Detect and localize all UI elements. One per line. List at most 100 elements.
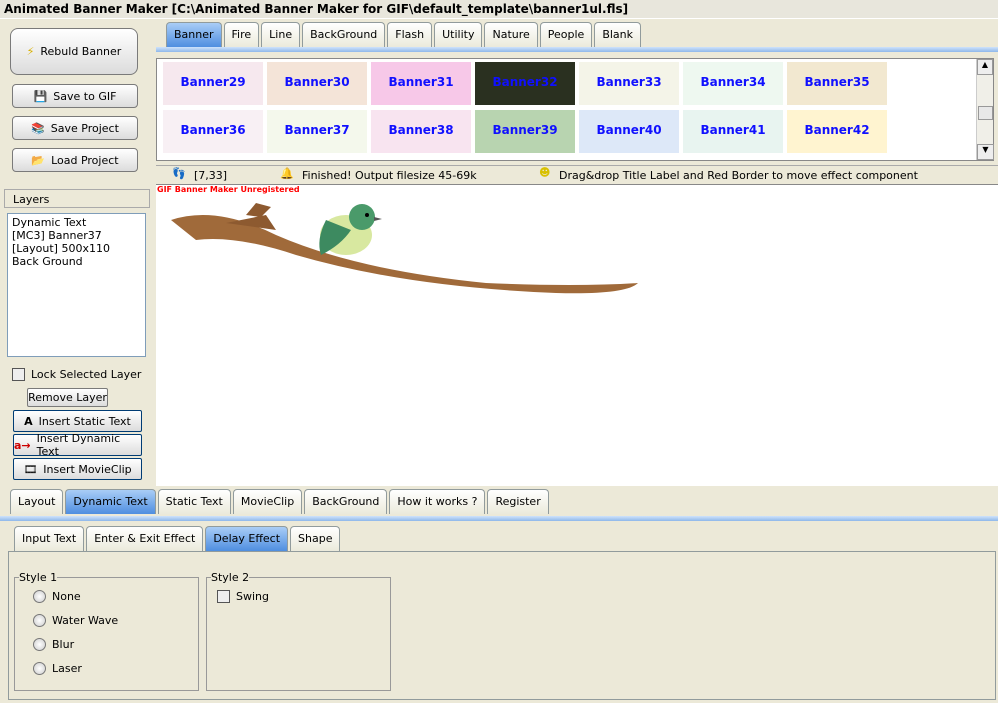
tab-blank[interactable]: Blank (594, 22, 642, 47)
load-project-icon: 📂 (31, 153, 46, 167)
remove-layer-button[interactable]: Remove Layer (27, 388, 108, 407)
bell-icon: 🔔 (280, 167, 294, 180)
coords-readout: [7,33] (194, 169, 228, 182)
gallery-scrollbar[interactable]: ▲ ▼ (976, 59, 994, 160)
layer-item[interactable]: [MC3] Banner37 (12, 229, 141, 242)
radio-none[interactable]: None (33, 590, 81, 603)
radio-laser[interactable]: Laser (33, 662, 82, 675)
smiley-icon: ☻ (539, 166, 551, 179)
tab-static-text[interactable]: Static Text (157, 489, 231, 514)
thumbnail-banner40[interactable]: Banner40 (579, 110, 679, 153)
footprints-icon: 👣 (172, 167, 186, 180)
scroll-thumb[interactable] (978, 106, 993, 120)
tab-nature[interactable]: Nature (484, 22, 538, 47)
insert-static-text-button[interactable]: A Insert Static Text (13, 410, 142, 432)
thumbnail-label: Banner35 (804, 75, 870, 89)
thumbnail-label: Banner30 (284, 75, 350, 89)
save-project-icon: 📚 (31, 121, 45, 135)
banner-canvas[interactable]: GIF Banner Maker Unregistered (156, 184, 998, 486)
status-message: Finished! Output filesize 45-69k (302, 169, 477, 182)
style2-label: Style 2 (211, 571, 250, 584)
layer-item[interactable]: Dynamic Text (12, 216, 141, 229)
thumbnail-label: Banner31 (388, 75, 454, 89)
thumbnail-banner35[interactable]: Banner35 (787, 62, 887, 105)
thumbnail-banner42[interactable]: Banner42 (787, 110, 887, 153)
layers-list[interactable]: Dynamic Text [MC3] Banner37 [Layout] 500… (7, 213, 146, 357)
thumbnail-label: Banner34 (700, 75, 766, 89)
thumbnail-label: Banner37 (284, 123, 350, 137)
dynamic-text-icon: a→ (14, 438, 31, 452)
floppy-icon: 💾 (33, 89, 48, 103)
tab-bar-divider (156, 47, 998, 52)
thumbnail-label: Banner29 (180, 75, 246, 89)
radio[interactable] (33, 590, 46, 603)
scroll-down-arrow-icon[interactable]: ▼ (977, 144, 994, 160)
hint-text: Drag&drop Title Label and Red Border to … (559, 169, 918, 182)
tab-register[interactable]: Register (487, 489, 549, 514)
bottom-tab-divider (0, 516, 998, 521)
insert-movieclip-button[interactable]: 🎞 Insert MovieClip (13, 458, 142, 480)
tab-layout[interactable]: Layout (10, 489, 64, 514)
thumbnail-label: Banner39 (492, 123, 558, 137)
tab-shape[interactable]: Shape (290, 526, 341, 551)
load-project-button[interactable]: 📂 Load Project (12, 148, 138, 172)
tab-input-text[interactable]: Input Text (14, 526, 85, 551)
radio[interactable] (33, 638, 46, 651)
layer-item[interactable]: Back Ground (12, 255, 141, 268)
thumbnail-banner39[interactable]: Banner39 (475, 110, 575, 153)
tab-flash[interactable]: Flash (387, 22, 433, 47)
effect-tabs: Input Text Enter & Exit Effect Delay Eff… (14, 526, 342, 551)
radio-blur[interactable]: Blur (33, 638, 74, 651)
thumbnail-banner38[interactable]: Banner38 (371, 110, 471, 153)
tab-utility[interactable]: Utility (434, 22, 483, 47)
thumbnail-banner31[interactable]: Banner31 (371, 62, 471, 105)
text-a-icon: A (24, 414, 33, 428)
style1-group: Style 1 None Water Wave Blur Laser (14, 571, 199, 691)
rebuild-banner-button[interactable]: ⚡ Rebuld Banner (10, 28, 138, 75)
thumbnail-banner41[interactable]: Banner41 (683, 110, 783, 153)
scroll-up-arrow-icon[interactable]: ▲ (977, 59, 993, 75)
lock-layer-checkbox[interactable]: Lock Selected Layer (12, 368, 141, 381)
thumbnail-banner36[interactable]: Banner36 (163, 110, 263, 153)
tab-fire[interactable]: Fire (223, 22, 260, 47)
tab-movieclip[interactable]: MovieClip (232, 489, 303, 514)
thumbnail-label: Banner41 (700, 123, 766, 137)
save-gif-button[interactable]: 💾 Save to GIF (12, 84, 138, 108)
tab-background[interactable]: BackGround (304, 489, 388, 514)
layer-item[interactable]: [Layout] 500x110 (12, 242, 141, 255)
tab-banner[interactable]: Banner (166, 22, 222, 47)
thumbnail-banner30[interactable]: Banner30 (267, 62, 367, 105)
tab-line[interactable]: Line (261, 22, 301, 47)
thumbnail-label: Banner42 (804, 123, 870, 137)
tab-background[interactable]: BackGround (302, 22, 386, 47)
swing-checkbox[interactable]: Swing (217, 590, 269, 603)
radio[interactable] (33, 662, 46, 675)
thumbnail-banner32[interactable]: Banner32 (475, 62, 575, 105)
checkbox[interactable] (12, 368, 25, 381)
thumbnail-label: Banner40 (596, 123, 662, 137)
radio-water-wave[interactable]: Water Wave (33, 614, 118, 627)
tab-people[interactable]: People (539, 22, 593, 47)
layers-header: Layers (4, 189, 150, 208)
thumbnail-label: Banner38 (388, 123, 454, 137)
style2-group: Style 2 Swing (206, 571, 391, 691)
thumbnail-banner33[interactable]: Banner33 (579, 62, 679, 105)
thumbnail-banner34[interactable]: Banner34 (683, 62, 783, 105)
watermark: GIF Banner Maker Unregistered (157, 185, 300, 194)
thumbnail-label: Banner33 (596, 75, 662, 89)
property-tabs: Layout Dynamic Text Static Text MovieCli… (10, 489, 551, 514)
thumbnail-banner37[interactable]: Banner37 (267, 110, 367, 153)
save-project-button[interactable]: 📚 Save Project (12, 116, 138, 140)
insert-dynamic-text-button[interactable]: a→ Insert Dynamic Text (13, 432, 142, 458)
thumbnail-banner29[interactable]: Banner29 (163, 62, 263, 105)
style1-label: Style 1 (19, 571, 58, 584)
category-tabs: Banner Fire Line BackGround Flash Utilit… (166, 22, 643, 47)
tab-enter-exit-effect[interactable]: Enter & Exit Effect (86, 526, 204, 551)
thumbnail-gallery: Banner29 Banner30 Banner31 Banner32 Banner33… (156, 58, 994, 161)
checkbox[interactable] (217, 590, 230, 603)
tab-delay-effect[interactable]: Delay Effect (205, 526, 289, 551)
bird-on-branch-image (171, 203, 638, 294)
tab-how-it-works[interactable]: How it works ? (389, 489, 486, 514)
tab-dynamic-text[interactable]: Dynamic Text (65, 489, 156, 514)
radio[interactable] (33, 614, 46, 627)
